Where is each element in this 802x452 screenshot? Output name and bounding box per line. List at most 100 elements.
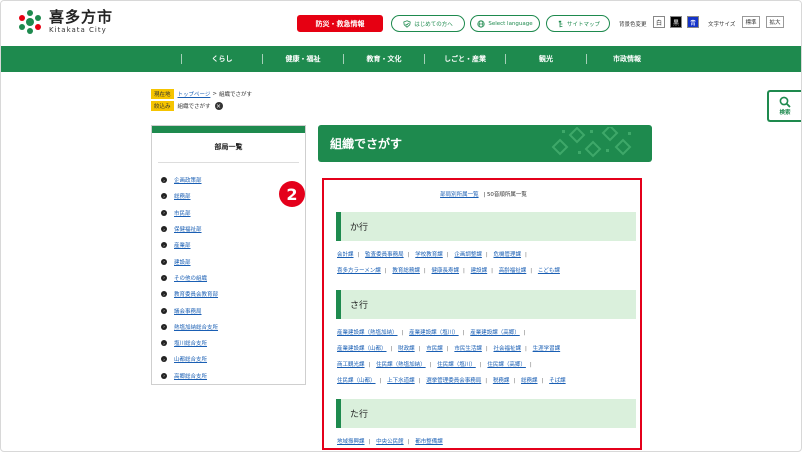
link-separator: | — [525, 252, 527, 258]
section-title: さ行 — [350, 301, 369, 311]
color-black-button[interactable]: 黒 — [670, 16, 682, 28]
link-separator: | — [418, 346, 421, 352]
office-link[interactable]: 住民課（塩川） — [437, 362, 476, 368]
office-link[interactable]: 地域振興課 — [337, 439, 365, 445]
department-link[interactable]: 塩川総合支所 — [174, 339, 207, 347]
office-link[interactable]: 学校教育課 — [415, 252, 443, 258]
link-separator: | — [446, 346, 449, 352]
link-separator: | — [418, 378, 421, 384]
office-link[interactable]: 商工観光課 — [337, 362, 365, 368]
office-link[interactable]: こども課 — [538, 268, 560, 274]
office-link[interactable]: 選挙管理委員会事務局 — [426, 378, 481, 384]
office-link[interactable]: 産業建設課（熱塩加納） — [337, 330, 398, 336]
department-sidebar: 部局一覧 › 企画政策部 › 総務部 › 市民部 › 保健福祉部 › 産業部 › 建設部 ›… — [151, 125, 306, 385]
department-link[interactable]: 山都総合支所 — [174, 355, 207, 363]
list-item[interactable]: › 市民部 — [161, 205, 305, 221]
office-link[interactable]: 高齢福祉課 — [499, 268, 527, 274]
logo-english: Kitakata City — [49, 26, 107, 34]
beginners-button[interactable]: はじめての方へ — [391, 15, 465, 32]
language-button[interactable]: Select language — [470, 15, 540, 32]
link-separator: | — [368, 362, 371, 368]
breadcrumb-top-link[interactable]: トップページ — [178, 90, 211, 98]
office-link[interactable]: 市民生活課 — [454, 346, 482, 352]
office-link[interactable]: 監査委員事務局 — [365, 252, 404, 258]
site-logo[interactable]: 喜多方市 Kitakata City — [17, 9, 113, 35]
office-link[interactable]: 上下水道課 — [387, 378, 415, 384]
font-standard-button[interactable]: 標準 — [742, 16, 760, 28]
subnav-separator: | — [483, 192, 486, 198]
link-row: 喜多方ラーメン課 | 教育総務課 | 健康長寿課 | 建設課 | 高齢福祉課 | こども課 — [337, 266, 560, 274]
office-link[interactable]: 住民課（熱塩加納） — [376, 362, 426, 368]
department-link[interactable]: その他の組織 — [174, 274, 207, 282]
office-link[interactable]: 会計課 — [337, 252, 354, 258]
close-icon[interactable]: × — [214, 102, 223, 110]
nav-item-living[interactable]: くらし — [182, 54, 262, 64]
department-link[interactable]: 産業部 — [174, 241, 191, 249]
office-link[interactable]: 財政課 — [398, 346, 415, 352]
department-link[interactable]: 建設部 — [174, 258, 191, 266]
office-link[interactable]: 喜多方ラーメン課 — [337, 268, 381, 274]
department-link[interactable]: 高郷総合支所 — [174, 372, 207, 380]
link-separator: | — [463, 268, 465, 274]
list-item[interactable]: › その他の組織 — [161, 270, 305, 286]
filter-tag: 絞込み — [151, 101, 174, 111]
nav-item-health[interactable]: 健康・福祉 — [263, 54, 343, 64]
department-link[interactable]: 議会事務局 — [174, 307, 202, 315]
color-blue-button[interactable]: 青 — [687, 16, 699, 28]
department-link[interactable]: 保健福祉部 — [174, 225, 202, 233]
office-link[interactable]: 教育総務課 — [392, 268, 420, 274]
link-separator: | — [525, 346, 527, 352]
office-link[interactable]: 危機管理課 — [494, 252, 522, 258]
office-link[interactable]: 住民課（山都） — [337, 378, 376, 384]
logo-japanese: 喜多方市 — [49, 8, 114, 26]
office-link[interactable]: 産業建設課（塩川） — [409, 330, 459, 336]
office-link[interactable]: 企画調整課 — [454, 252, 482, 258]
office-link[interactable]: 健康長寿課 — [432, 268, 460, 274]
bullet-arrow-icon: › — [161, 209, 167, 216]
list-mode-switch: 部局別所属一覧 | 50音順所属一覧 — [324, 190, 640, 198]
department-link[interactable]: 教育委員会教育部 — [174, 290, 218, 298]
office-link[interactable]: 税務課 — [493, 378, 510, 384]
by-department-link[interactable]: 部局別所属一覧 — [440, 192, 479, 198]
list-item[interactable]: › 山都総合支所 — [161, 351, 305, 367]
office-link[interactable]: 住民課（高郷） — [487, 362, 526, 368]
office-link[interactable]: 建設課 — [471, 268, 488, 274]
office-link[interactable]: 市民課 — [426, 346, 443, 352]
office-link[interactable]: そば課 — [549, 378, 566, 384]
office-link[interactable]: 社会福祉課 — [494, 346, 522, 352]
office-link[interactable]: 産業建設課（山都） — [337, 346, 387, 352]
bullet-arrow-icon: › — [161, 307, 167, 314]
department-link[interactable]: 総務部 — [174, 192, 191, 200]
list-item[interactable]: › 建設部 — [161, 253, 305, 269]
list-item[interactable]: › 産業部 — [161, 237, 305, 253]
sitemap-button[interactable]: サイトマップ — [546, 15, 610, 32]
floating-search-button[interactable]: 検索 — [767, 90, 801, 122]
nav-item-city-info[interactable]: 市政情報 — [587, 54, 667, 64]
font-large-button[interactable]: 拡大 — [766, 16, 784, 28]
bullet-arrow-icon: › — [161, 274, 167, 281]
color-white-button[interactable]: 白 — [653, 16, 665, 28]
page-title: 組織でさがす — [330, 137, 403, 151]
list-item[interactable]: › 高郷総合支所 — [161, 368, 305, 384]
list-item[interactable]: › 塩川総合支所 — [161, 335, 305, 351]
office-link[interactable]: 都市整備課 — [415, 439, 443, 445]
nav-item-education[interactable]: 教育・文化 — [344, 54, 424, 64]
section-heading-ka: か行 — [336, 212, 636, 241]
nav-item-tourism[interactable]: 観光 — [506, 54, 586, 64]
link-separator: | — [530, 268, 533, 274]
office-link[interactable]: 総務課 — [521, 378, 538, 384]
department-link[interactable]: 企画政策部 — [174, 176, 202, 184]
department-link[interactable]: 熱塩加納総合支所 — [174, 323, 218, 331]
list-item[interactable]: › 議会事務局 — [161, 302, 305, 318]
list-item[interactable]: › 熱塩加納総合支所 — [161, 319, 305, 335]
department-link[interactable]: 市民部 — [174, 209, 191, 217]
site-header: 喜多方市 Kitakata City 防災・救急情報 はじめての方へ Selec… — [1, 1, 801, 45]
list-item[interactable]: › 保健福祉部 — [161, 221, 305, 237]
office-link[interactable]: 生涯学習課 — [533, 346, 561, 352]
nav-item-work[interactable]: しごと・産業 — [425, 54, 505, 64]
office-link[interactable]: 産業建設課（高郷） — [470, 330, 520, 336]
office-link[interactable]: 中央公民館 — [376, 439, 404, 445]
disaster-info-button[interactable]: 防災・救急情報 — [297, 15, 383, 32]
list-item[interactable]: › 教育委員会教育部 — [161, 286, 305, 302]
page-title-banner: 組織でさがす — [318, 125, 652, 162]
